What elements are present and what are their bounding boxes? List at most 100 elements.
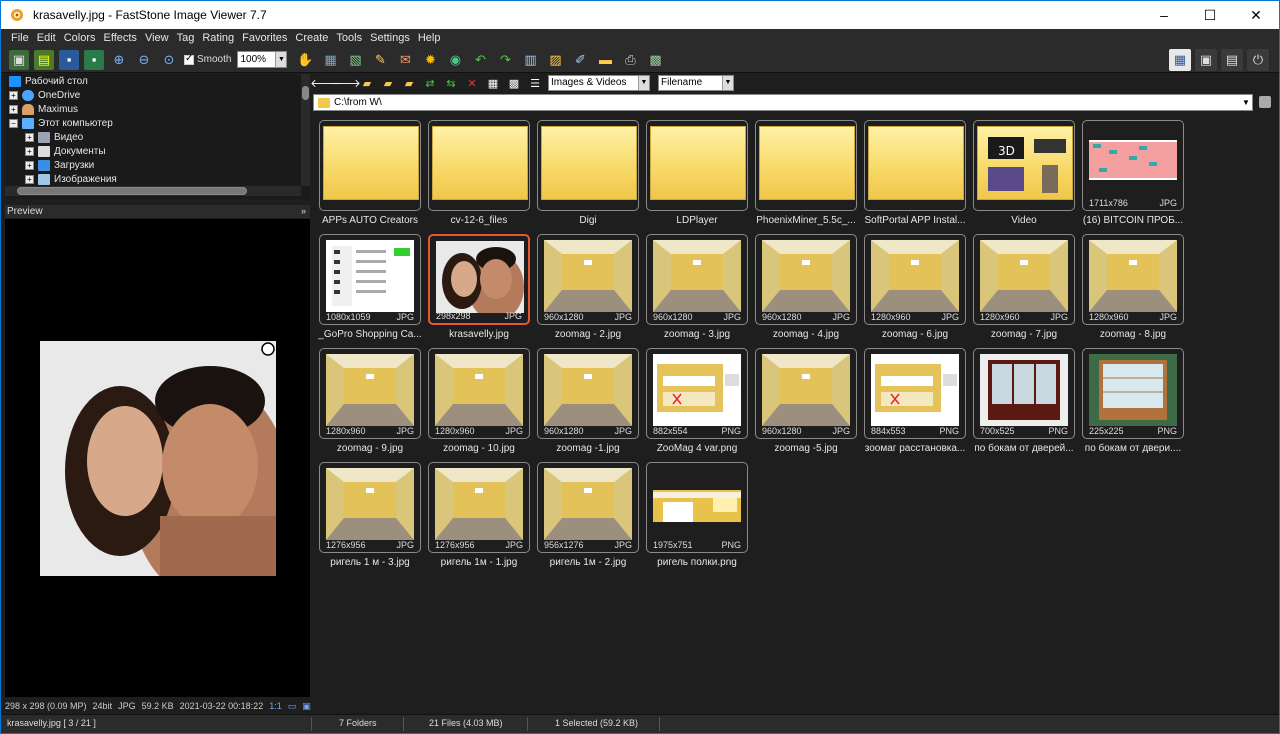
actual-size-link[interactable]: 1:1 xyxy=(269,701,282,711)
print-icon[interactable]: ⎙ xyxy=(620,50,640,70)
thumbnail-caption[interactable]: zoomag - 4.jpg xyxy=(747,329,865,340)
zoom-in-icon[interactable]: ⊕ xyxy=(109,50,129,70)
expand-icon[interactable]: + xyxy=(25,132,34,142)
image-thumbnail[interactable]: 882x554 PNG xyxy=(646,348,748,439)
folder-thumbnail[interactable] xyxy=(537,120,639,211)
thumbnail-caption[interactable]: по бокам от двери.... xyxy=(1074,443,1192,454)
image-thumbnail[interactable]: 700x525 PNG xyxy=(973,348,1075,439)
globe-icon[interactable]: ◉ xyxy=(445,50,465,70)
draw-icon[interactable]: ✐ xyxy=(570,50,590,70)
new-folder-icon[interactable]: ▰ xyxy=(401,75,417,91)
thumbnail-caption[interactable]: ZooMag 4 var.png xyxy=(638,443,756,454)
preview-panel[interactable] xyxy=(5,219,310,697)
tree-vertical-scrollbar[interactable] xyxy=(301,74,310,186)
image-thumbnail[interactable]: 1280x960 JPG xyxy=(973,234,1075,325)
fullscreen-icon[interactable]: ▣ xyxy=(302,701,311,712)
tree-item-video[interactable]: + Видео xyxy=(25,130,83,144)
thumbnail-caption[interactable]: zoomag - 10.jpg xyxy=(420,443,538,454)
acquire-icon[interactable]: ▣ xyxy=(9,49,29,70)
tree-item-this-pc[interactable]: − Этот компьютер xyxy=(9,116,113,130)
thumbnail-caption[interactable]: zoomag - 7.jpg xyxy=(965,329,1083,340)
image-thumbnail[interactable]: 960x1280 JPG xyxy=(755,234,857,325)
tree-item-onedrive[interactable]: + OneDrive xyxy=(9,88,80,102)
open-icon[interactable]: ▤ xyxy=(34,49,54,70)
hand-tool-icon[interactable]: ✋ xyxy=(295,50,315,70)
image-thumbnail[interactable]: 298x298 JPG xyxy=(428,234,530,325)
menu-create[interactable]: Create xyxy=(291,29,332,47)
minimize-button[interactable]: – xyxy=(1141,1,1187,29)
thumbnail-caption[interactable]: по бокам от дверей... xyxy=(965,443,1083,454)
thumbnail-caption[interactable]: _GoPro Shopping Ca... xyxy=(311,329,429,340)
smooth-checkbox[interactable] xyxy=(184,53,194,65)
folder-thumbnail[interactable] xyxy=(755,120,857,211)
favorites-folder-icon[interactable]: ▰ xyxy=(380,75,396,91)
folder-thumbnail[interactable]: 3D xyxy=(973,120,1075,211)
image-thumbnail[interactable]: 1280x960 JPG xyxy=(319,348,421,439)
menu-help[interactable]: Help xyxy=(414,29,445,47)
tree-item-desktop[interactable]: Рабочий стол xyxy=(9,74,88,88)
grid-view-icon[interactable]: ▩ xyxy=(506,75,522,91)
smooth-toggle[interactable]: Smooth xyxy=(184,53,231,65)
thumbnail-caption[interactable]: krasavelly.jpg xyxy=(420,329,538,340)
menu-view[interactable]: View xyxy=(141,29,173,47)
thumbnail-caption[interactable]: APPs AUTO Creators xyxy=(311,215,429,226)
image-thumbnail[interactable]: 960x1280 JPG xyxy=(537,234,639,325)
expand-icon[interactable]: + xyxy=(25,174,34,184)
collapse-preview-icon[interactable]: » xyxy=(301,205,306,218)
image-thumbnail[interactable]: 960x1280 JPG xyxy=(755,348,857,439)
menu-tools[interactable]: Tools xyxy=(332,29,366,47)
image-thumbnail[interactable]: 1080x1059 JPG xyxy=(319,234,421,325)
compare-icon[interactable]: ▧ xyxy=(345,50,365,70)
menu-effects[interactable]: Effects xyxy=(100,29,141,47)
expand-icon[interactable]: + xyxy=(9,90,18,100)
folder-thumbnail[interactable] xyxy=(428,120,530,211)
zoom-out-icon[interactable]: ⊖ xyxy=(134,50,154,70)
thumbnail-view-icon[interactable]: ▦ xyxy=(485,75,501,91)
tree-item-maximus[interactable]: + Maximus xyxy=(9,102,78,116)
folder-thumbnail[interactable] xyxy=(646,120,748,211)
image-thumbnail[interactable]: 1276x956 JPG xyxy=(319,462,421,553)
thumbnail-caption[interactable]: PhoenixMiner_5.5c_... xyxy=(747,215,865,226)
exit-icon[interactable]: ⏻ xyxy=(1247,49,1269,71)
slideshow-icon[interactable]: ▦ xyxy=(320,50,340,70)
menu-edit[interactable]: Edit xyxy=(33,29,60,47)
scrollbar-thumb[interactable] xyxy=(17,187,247,195)
thumbnail-caption[interactable]: zoomag -5.jpg xyxy=(747,443,865,454)
image-thumbnail[interactable]: 1975x751 PNG xyxy=(646,462,748,553)
browser-mode-icon[interactable]: ▦ xyxy=(1169,49,1191,71)
image-thumbnail[interactable]: 960x1280 JPG xyxy=(537,348,639,439)
collapse-icon[interactable]: − xyxy=(9,118,18,128)
delete-icon[interactable]: ✕ xyxy=(464,75,480,91)
sort-select[interactable]: Filename ▼ xyxy=(658,75,734,91)
image-thumbnail[interactable]: 1711x786 JPG xyxy=(1082,120,1184,211)
settings-icon[interactable]: ▩ xyxy=(645,50,665,70)
thumbnail-caption[interactable]: ригель 1 м - 3.jpg xyxy=(311,557,429,568)
thumbnail-caption[interactable]: SoftPortal APP Instal... xyxy=(856,215,974,226)
email-icon[interactable]: ✉ xyxy=(395,50,415,70)
save-as-icon[interactable]: ▪ xyxy=(84,49,104,70)
menu-colors[interactable]: Colors xyxy=(60,29,100,47)
menu-tag[interactable]: Tag xyxy=(173,29,199,47)
thumbnail-caption[interactable]: ригель 1м - 1.jpg xyxy=(420,557,538,568)
menu-settings[interactable]: Settings xyxy=(366,29,414,47)
chevron-down-icon[interactable]: ▼ xyxy=(1240,95,1252,110)
expand-icon[interactable]: + xyxy=(25,160,34,170)
menu-file[interactable]: File xyxy=(7,29,33,47)
thumbnail-caption[interactable]: zoomag - 2.jpg xyxy=(529,329,647,340)
image-thumbnail[interactable]: 1280x960 JPG xyxy=(1082,234,1184,325)
edit-icon[interactable]: ✎ xyxy=(370,50,390,70)
folder-tree[interactable]: Рабочий стол + OneDrive + Maximus − Этот… xyxy=(5,74,310,199)
thumbnail-caption[interactable]: zoomag - 9.jpg xyxy=(311,443,429,454)
scrollbar-thumb[interactable] xyxy=(302,86,309,100)
sun-icon[interactable]: ✹ xyxy=(420,50,440,70)
thumbnail-caption[interactable]: zoomag - 8.jpg xyxy=(1074,329,1192,340)
thumbnail-caption[interactable]: зоомаг расстановка... xyxy=(856,443,974,454)
image-thumbnail[interactable]: 884x553 PNG xyxy=(864,348,966,439)
folder-up-icon[interactable]: ▰ xyxy=(359,75,375,91)
browse-folder-icon[interactable] xyxy=(1259,96,1271,108)
zoom-select[interactable]: 100% ▼ xyxy=(237,51,288,68)
folder-thumbnail[interactable] xyxy=(864,120,966,211)
image-thumbnail[interactable]: 1276x956 JPG xyxy=(428,462,530,553)
thumbnail-caption[interactable]: ригель 1м - 2.jpg xyxy=(529,557,647,568)
viewer-mode-icon[interactable]: ▣ xyxy=(1195,49,1217,71)
